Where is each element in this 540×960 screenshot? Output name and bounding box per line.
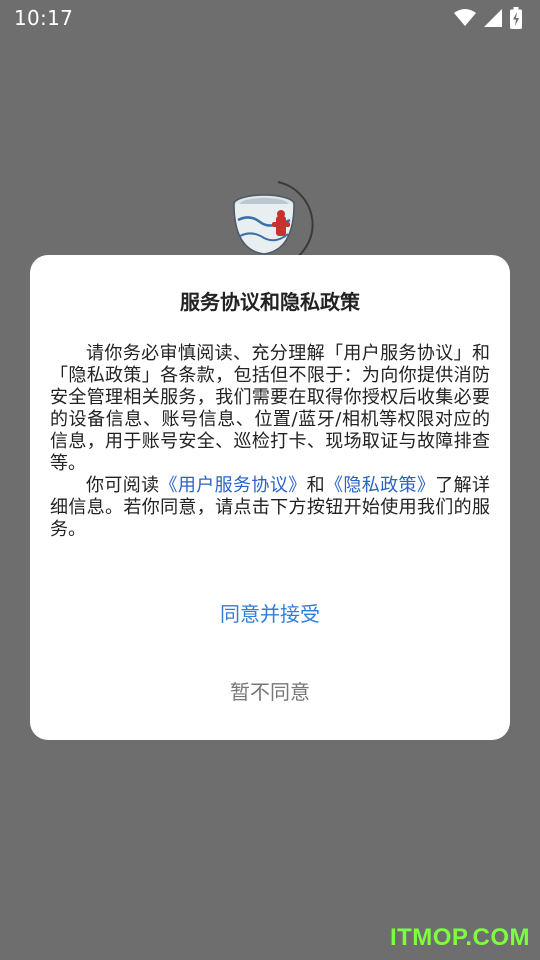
status-icons xyxy=(454,7,522,29)
wifi-icon xyxy=(454,9,476,27)
status-time: 10:17 xyxy=(14,6,74,30)
privacy-policy-link[interactable]: 《隐私政策》 xyxy=(325,475,435,496)
battery-charging-icon xyxy=(510,7,522,29)
decline-button[interactable]: 暂不同意 xyxy=(30,675,510,706)
read-prefix: 你可阅读 xyxy=(86,475,160,496)
dialog-title: 服务协议和隐私政策 xyxy=(180,290,360,314)
accept-button[interactable]: 同意并接受 xyxy=(30,597,510,628)
dialog-body: 请你务必审慎阅读、充分理解「用户服务协议」和「隐私政策」各条款，包括但不限于：为… xyxy=(50,343,490,541)
privacy-dialog: 服务协议和隐私政策 请你务必审慎阅读、充分理解「用户服务协议」和「隐私政策」各条… xyxy=(30,255,510,740)
agreement-paragraph: 请你务必审慎阅读、充分理解「用户服务协议」和「隐私政策」各条款，包括但不限于：为… xyxy=(50,343,490,474)
status-bar: 10:17 xyxy=(0,0,540,36)
cell-signal-icon xyxy=(484,9,502,27)
user-agreement-link[interactable]: 《用户服务协议》 xyxy=(160,475,307,496)
and-text: 和 xyxy=(306,475,325,496)
read-more-paragraph: 你可阅读《用户服务协议》和《隐私政策》了解详细信息。若你同意，请点击下方按钮开始… xyxy=(50,475,490,541)
watermark: ITMOP.COM xyxy=(389,924,530,951)
